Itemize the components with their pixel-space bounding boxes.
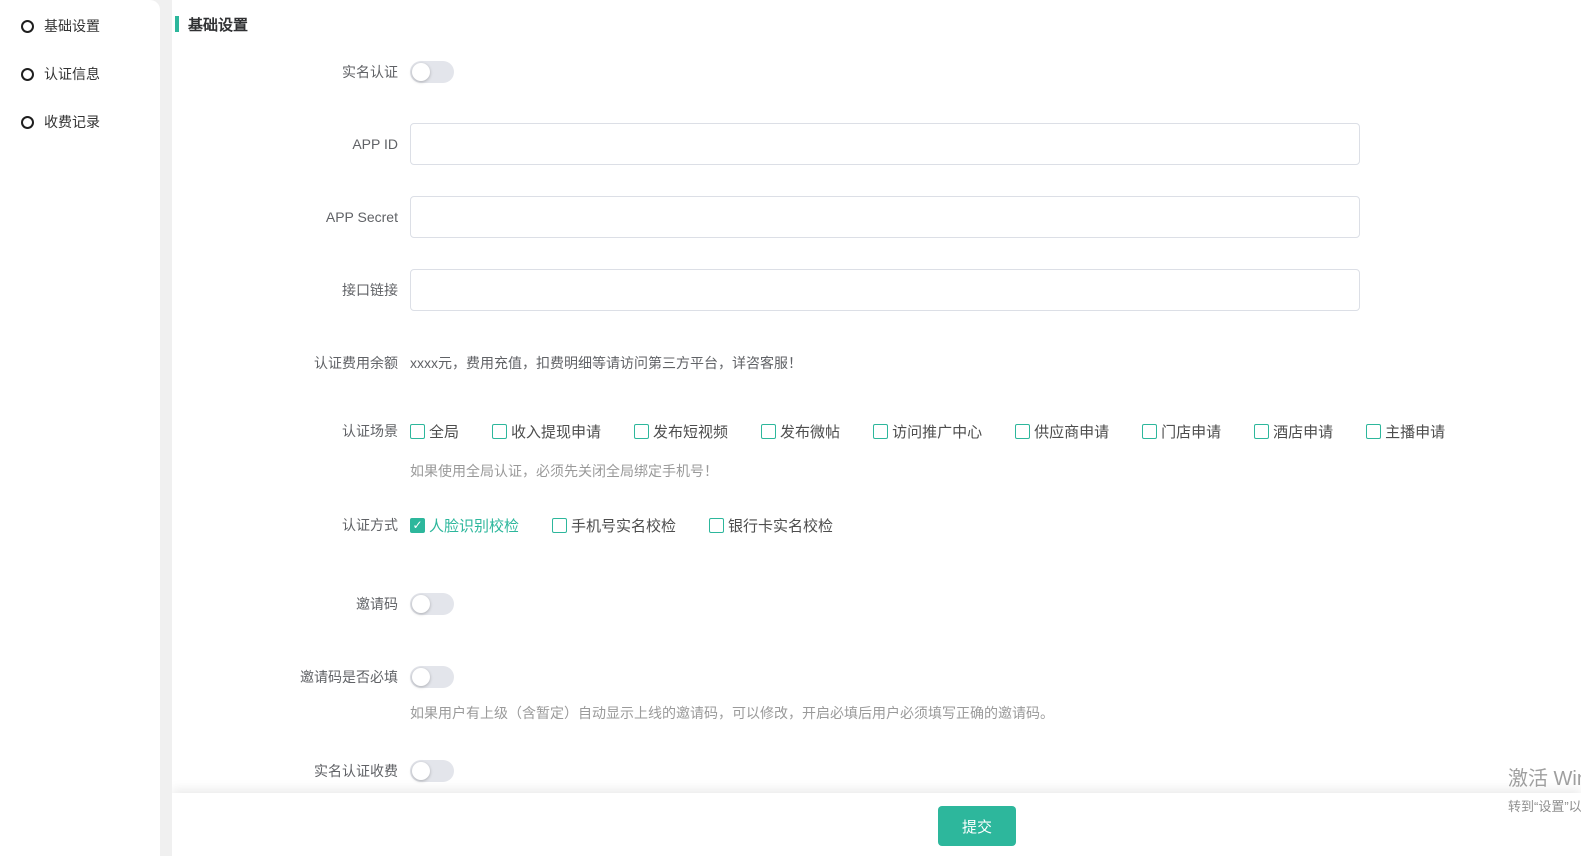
checkbox-icon [634,424,649,439]
checkbox-icon [1366,424,1381,439]
field-label: 认证方式 [172,515,398,535]
field-label: 实名认证 [172,62,398,82]
checkbox-icon [709,518,724,533]
circle-icon [21,68,34,81]
row-auth-method: 认证方式 ✓ 人脸识别校检 手机号实名校检 银行卡实名校检 [172,515,1581,535]
auth-scene-hint: 如果使用全局认证，必须先关闭全局绑定手机号！ [410,462,1581,480]
real-name-auth-fee-toggle[interactable] [410,760,454,782]
main-panel: 基础设置 实名认证 APP ID APP Secret 接口链接 认证费用余额 [172,0,1581,856]
checkbox-icon [1142,424,1157,439]
fee-balance-text: xxxx元，费用充值，扣费明细等请访问第三方平台，详咨客服！ [410,353,802,373]
checkbox-scene-short-video[interactable]: 发布短视频 [634,421,728,442]
field-label: 认证场景 [172,421,398,441]
circle-icon [21,20,34,33]
toggle-knob [412,762,430,780]
checkbox-icon [552,518,567,533]
api-link-input[interactable] [410,269,1360,311]
checkbox-scene-micro-post[interactable]: 发布微帖 [761,421,840,442]
checkbox-scene-supplier[interactable]: 供应商申请 [1015,421,1109,442]
field-label: 认证费用余额 [172,353,398,373]
title-accent-bar [175,16,179,32]
checkbox-scene-global[interactable]: 全局 [410,421,459,442]
app-id-input[interactable] [410,123,1360,165]
row-invite-code: 邀请码 [172,593,1581,615]
sidebar-item-label: 认证信息 [44,64,100,84]
checkbox-method-bankcard[interactable]: 银行卡实名校检 [709,515,833,536]
row-app-id: APP ID [172,123,1581,165]
real-name-auth-toggle[interactable] [410,61,454,83]
checkbox-method-phone[interactable]: 手机号实名校检 [552,515,676,536]
checkbox-scene-promotion-center[interactable]: 访问推广中心 [873,421,982,442]
checkbox-icon [1015,424,1030,439]
row-fee-balance: 认证费用余额 xxxx元，费用充值，扣费明细等请访问第三方平台，详咨客服！ [172,353,1581,373]
checkbox-scene-withdraw[interactable]: 收入提现申请 [492,421,601,442]
sidebar-item-auth-info[interactable]: 认证信息 [0,50,160,98]
invite-code-toggle[interactable] [410,593,454,615]
invite-code-hint: 如果用户有上级（含暂定）自动显示上线的邀请码，可以修改，开启必填后用户必须填写正… [410,704,1581,722]
checkbox-icon [873,424,888,439]
row-app-secret: APP Secret [172,196,1581,238]
checkbox-icon [761,424,776,439]
submit-button[interactable]: 提交 [938,806,1016,846]
sidebar: 基础设置 认证信息 收费记录 [0,0,160,856]
field-label: 实名认证收费 [172,761,398,781]
row-api-link: 接口链接 [172,269,1581,311]
page-title: 基础设置 [175,14,1581,34]
field-label: APP ID [172,136,398,152]
sidebar-item-label: 基础设置 [44,16,100,36]
toggle-knob [412,63,430,81]
checkbox-scene-hotel[interactable]: 酒店申请 [1254,421,1333,442]
checkbox-scene-anchor[interactable]: 主播申请 [1366,421,1445,442]
app-layout: 基础设置 认证信息 收费记录 基础设置 实名认证 APP ID [0,0,1581,856]
circle-icon [21,116,34,129]
app-secret-input[interactable] [410,196,1360,238]
footer-bar: 提交 [172,793,1581,856]
toggle-knob [412,595,430,613]
checkbox-method-face[interactable]: ✓ 人脸识别校检 [410,515,519,536]
checkbox-scene-store[interactable]: 门店申请 [1142,421,1221,442]
page-title-text: 基础设置 [188,14,248,35]
field-label: 邀请码是否必填 [172,667,398,687]
field-label: 接口链接 [172,280,398,300]
field-label: APP Secret [172,209,398,225]
sidebar-item-fee-records[interactable]: 收费记录 [0,98,160,146]
toggle-knob [412,668,430,686]
row-real-name-auth-fee: 实名认证收费 [172,760,1581,782]
row-invite-code-required: 邀请码是否必填 [172,666,1581,688]
checkbox-icon [410,424,425,439]
sidebar-item-basic-settings[interactable]: 基础设置 [0,2,160,50]
checkbox-icon [1254,424,1269,439]
sidebar-item-label: 收费记录 [44,112,100,132]
row-auth-scene: 认证场景 全局 收入提现申请 发布短视频 发布微帖 访问推广中心 [172,421,1581,441]
field-label: 邀请码 [172,594,398,614]
row-real-name-auth: 实名认证 [172,61,1581,83]
checkbox-icon [492,424,507,439]
invite-code-required-toggle[interactable] [410,666,454,688]
checkbox-checked-icon: ✓ [410,518,425,533]
